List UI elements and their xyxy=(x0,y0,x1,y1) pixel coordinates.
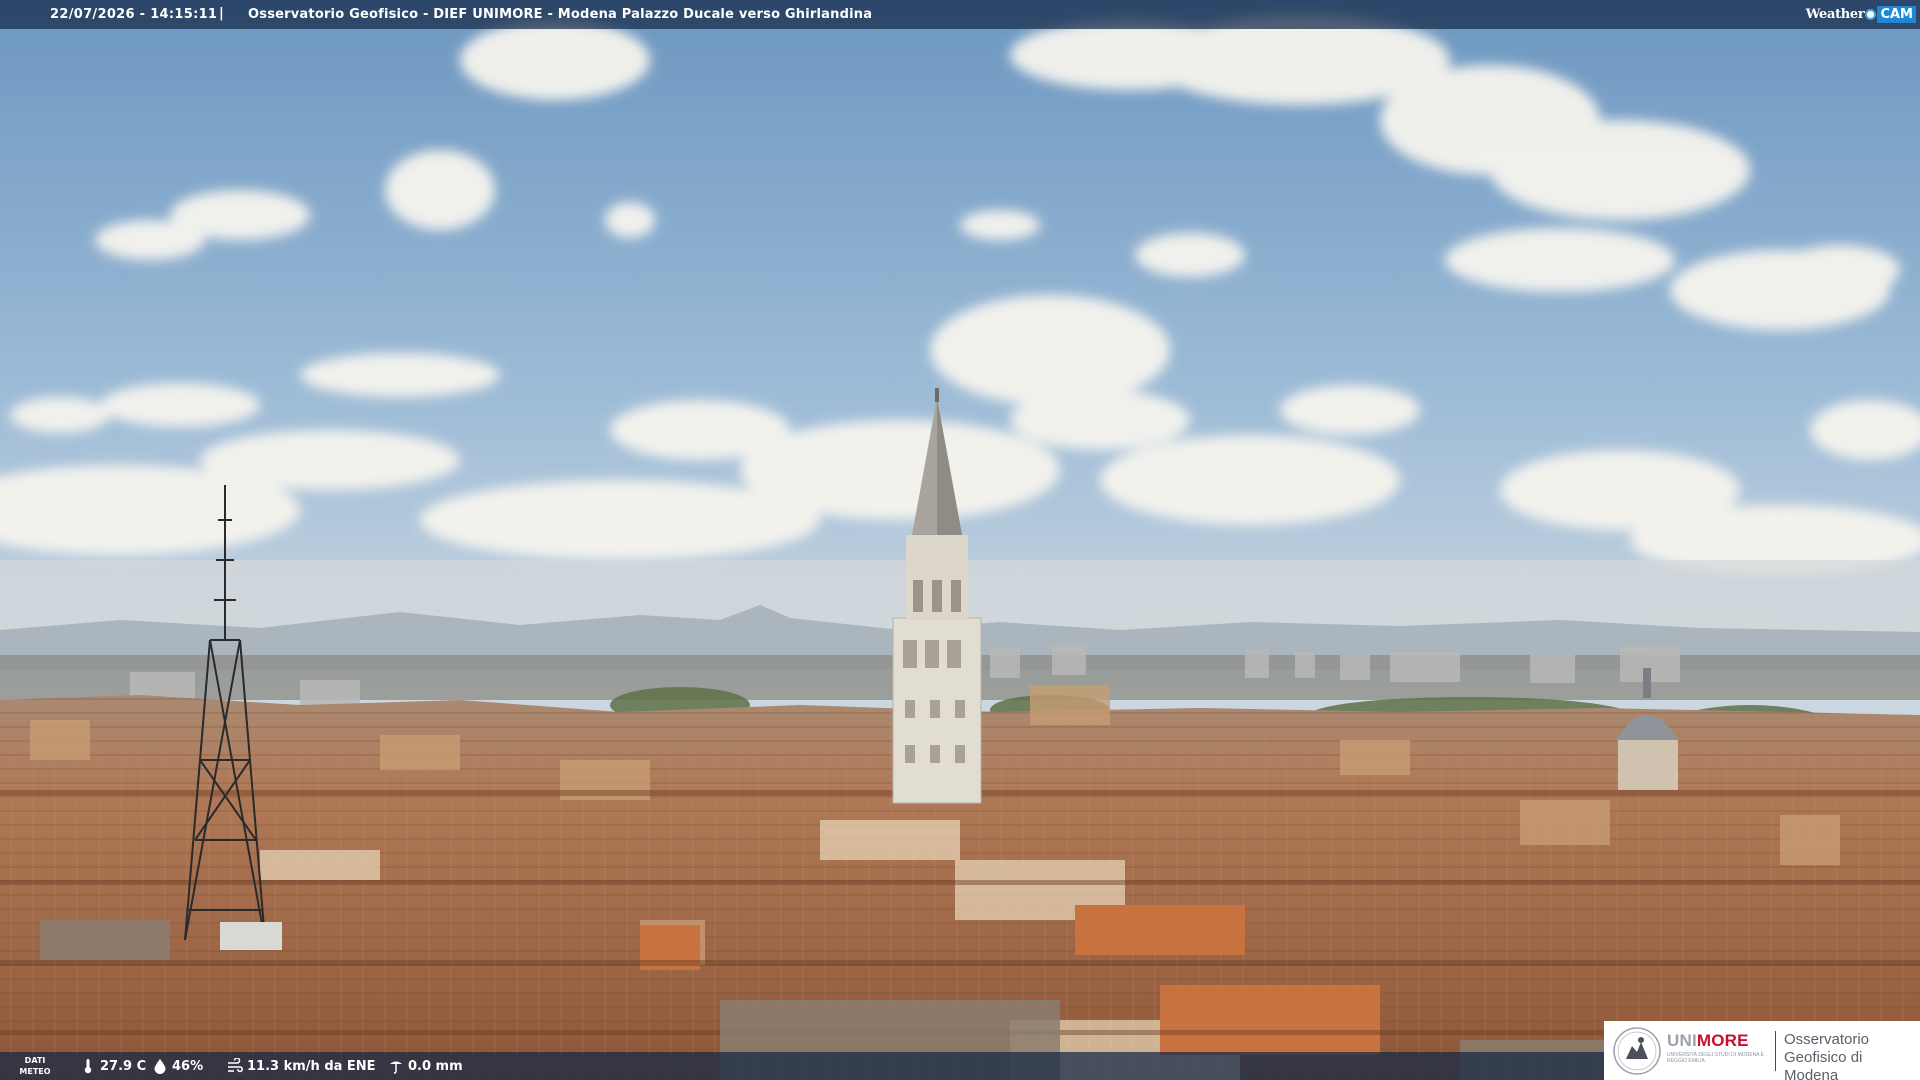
observatory-name: Osservatorio Geofisico di Modena xyxy=(1784,1031,1870,1080)
rain-gauge-icon xyxy=(388,1058,404,1074)
temperature-reading: 27.9 C xyxy=(80,1058,146,1074)
wind-value: 11.3 km/h da ENE xyxy=(247,1058,376,1074)
webcam-scene xyxy=(0,0,1920,1080)
unimore-wordmark-uni: UNI xyxy=(1667,1031,1697,1050)
droplet-icon xyxy=(152,1058,168,1074)
camera-title: Osservatorio Geofisico - DIEF UNIMORE - … xyxy=(248,7,873,22)
unimore-wordmark: UNIMORE xyxy=(1667,1031,1749,1051)
weathercam-logo: Weather CAM xyxy=(1806,3,1916,25)
humidity-value: 46% xyxy=(172,1058,204,1074)
weathercam-logo-dot xyxy=(1865,8,1877,20)
meteo-label: DATI METEO xyxy=(14,1055,56,1077)
temperature-value: 27.9 C xyxy=(100,1058,147,1074)
unimore-seal-icon xyxy=(1612,1026,1662,1076)
thermometer-icon xyxy=(80,1058,96,1074)
webcam-image xyxy=(0,0,1920,1080)
unimore-subtitle: Università degli Studi di Modena e Reggi… xyxy=(1667,1052,1764,1064)
humidity-reading: 46% xyxy=(152,1058,203,1074)
wind-icon xyxy=(227,1057,243,1074)
unimore-wordmark-more: MORE xyxy=(1696,1031,1749,1050)
rain-value: 0.0 mm xyxy=(408,1058,463,1074)
institution-logo-box: UNIMORE Università degli Studi di Modena… xyxy=(1604,1021,1920,1080)
meteo-data-bar: DATI METEO 27.9 C 46% 11.3 km/h da ENE 0… xyxy=(0,1052,1604,1080)
antenna-equipment xyxy=(220,922,282,950)
rain-reading: 0.0 mm xyxy=(388,1058,463,1074)
top-info-bar: 22/07/2026 - 14:15:11 | Osservatorio Geo… xyxy=(0,0,1920,29)
weathercam-logo-weather: Weather xyxy=(1805,6,1865,22)
meteo-label-line2: METEO xyxy=(19,1067,51,1076)
logo-divider xyxy=(1775,1031,1776,1071)
meteo-label-line1: DATI xyxy=(24,1056,46,1065)
wind-reading: 11.3 km/h da ENE xyxy=(227,1057,376,1074)
title-separator: | xyxy=(219,6,224,21)
weathercam-logo-cam: CAM xyxy=(1877,5,1916,23)
timestamp: 22/07/2026 - 14:15:11 xyxy=(50,7,218,22)
